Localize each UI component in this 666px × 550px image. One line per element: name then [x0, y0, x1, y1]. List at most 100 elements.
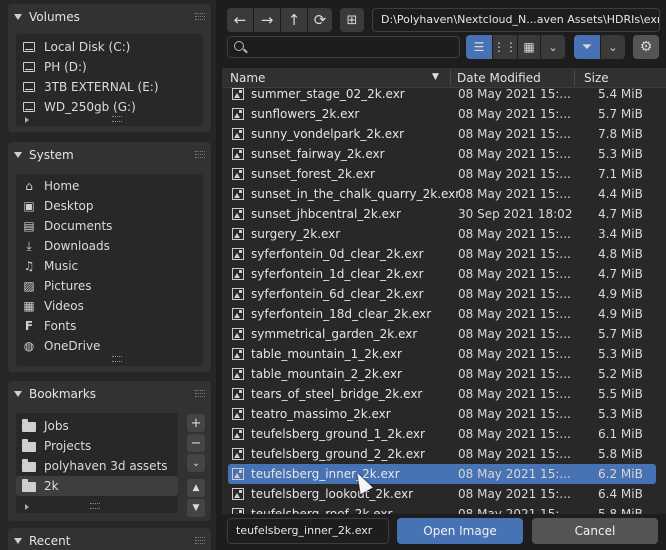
settings-button[interactable]: ⚙ — [633, 35, 659, 59]
file-row[interactable]: table_mountain_2_2k.exr 08 May 2021 15:..… — [228, 364, 656, 384]
volume-item[interactable]: Local Disk (C:) — [16, 37, 203, 57]
list-resize-handle[interactable] — [20, 356, 207, 364]
add-bookmark-button[interactable]: + — [187, 414, 205, 432]
fonts-icon: F — [24, 319, 34, 333]
system-item-label: Fonts — [44, 319, 77, 333]
file-row[interactable]: surgery_2k.exr 08 May 2021 15:... 3.4 MiB — [228, 224, 656, 244]
refresh-button[interactable]: ⟳ — [308, 8, 332, 32]
search-input[interactable] — [227, 36, 460, 58]
back-button[interactable]: ← — [227, 8, 253, 32]
volumes-header[interactable]: Volumes — [8, 4, 211, 30]
open-image-button[interactable]: Open Image — [397, 518, 523, 544]
system-item-videos[interactable]: ▦ Videos — [16, 296, 203, 316]
system-item-fonts[interactable]: F Fonts — [16, 316, 203, 336]
system-item-pictures[interactable]: ▨ Pictures — [16, 276, 203, 296]
file-row[interactable]: teufelsberg_roof_2k.exr 08 May 2021 15:..… — [228, 504, 656, 514]
bookmark-item[interactable]: Projects — [16, 436, 178, 456]
file-date: 08 May 2021 15:... — [458, 307, 571, 321]
file-row[interactable]: sunny_vondelpark_2k.exr 08 May 2021 15:..… — [228, 124, 656, 144]
file-row[interactable]: syferfontein_6d_clear_2k.exr 08 May 2021 … — [228, 284, 656, 304]
file-row[interactable]: teufelsberg_lookout_2k.exr 08 May 2021 15… — [228, 484, 656, 504]
parent-directory-button[interactable]: ↑ — [281, 8, 307, 32]
system-header[interactable]: System — [8, 142, 211, 168]
chevron-down-icon: ⌄ — [548, 40, 558, 54]
system-item-desktop[interactable]: ▣ Desktop — [16, 196, 203, 216]
image-file-icon — [232, 488, 244, 500]
bookmark-label: Projects — [44, 439, 92, 453]
image-file-icon — [232, 448, 244, 460]
file-row[interactable]: sunset_fairway_2k.exr 08 May 2021 15:... 5… — [228, 144, 656, 164]
directory-path-field[interactable]: D:\Polyhaven\Nextcloud_N...aven Assets\H… — [372, 8, 660, 32]
drag-grip-icon[interactable] — [195, 537, 205, 545]
file-row[interactable]: sunset_in_the_chalk_quarry_2k.exr 08 May … — [228, 184, 656, 204]
file-row[interactable]: summer_stage_02_2k.exr 08 May 2021 15:...… — [228, 84, 656, 104]
system-item-music[interactable]: ♫ Music — [16, 256, 203, 276]
file-row[interactable]: teufelsberg_ground_1_2k.exr 08 May 2021 1… — [228, 424, 656, 444]
system-item-onedrive[interactable]: ◍ OneDrive — [16, 336, 203, 356]
documents-icon: ▤ — [23, 219, 35, 233]
filter-options-dropdown[interactable]: ⌄ — [601, 35, 625, 59]
drag-grip-icon[interactable] — [195, 390, 205, 398]
file-size: 4.7 MiB — [598, 267, 643, 281]
system-item-downloads[interactable]: ⤓ Downloads — [16, 236, 203, 256]
bookmark-item-selected[interactable]: 2k — [16, 476, 178, 496]
volume-label: 3TB EXTERNAL (E:) — [44, 80, 159, 94]
file-row[interactable]: tears_of_steel_bridge_2k.exr 08 May 2021 … — [228, 384, 656, 404]
system-item-documents[interactable]: ▤ Documents — [16, 216, 203, 236]
file-size: 5.3 MiB — [598, 407, 643, 421]
volume-item[interactable]: WD_250gb (G:) — [16, 97, 203, 117]
file-row[interactable]: syferfontein_1d_clear_2k.exr 08 May 2021 … — [228, 264, 656, 284]
column-name-header[interactable]: Name — [230, 71, 265, 85]
bookmarks-header[interactable]: Bookmarks — [8, 381, 211, 407]
bookmark-item[interactable]: Jobs — [16, 416, 178, 436]
file-row[interactable]: syferfontein_18d_clear_2k.exr 08 May 2021… — [228, 304, 656, 324]
file-row[interactable]: sunflowers_2k.exr 08 May 2021 15:... 5.7 M… — [228, 104, 656, 124]
display-options-dropdown[interactable]: ⌄ — [541, 35, 565, 59]
filter-toggle-button[interactable]: ⏷ — [574, 35, 600, 59]
column-size-header[interactable]: Size — [584, 71, 609, 85]
sort-descending-icon[interactable]: ▼ — [432, 72, 439, 82]
image-file-icon — [232, 148, 244, 160]
recent-title: Recent — [29, 534, 71, 548]
display-mode-list-vertical[interactable]: ☰ — [466, 35, 492, 59]
system-item-home[interactable]: ⌂ Home — [16, 176, 203, 196]
list-resize-handle[interactable] — [20, 116, 207, 124]
file-row[interactable]: symmetrical_garden_2k.exr 08 May 2021 15:… — [228, 324, 656, 344]
filename-input[interactable]: teufelsberg_inner_2k.exr — [227, 518, 389, 544]
system-item-label: Music — [44, 259, 79, 273]
drag-grip-icon[interactable] — [195, 151, 205, 159]
music-icon: ♫ — [23, 259, 35, 273]
file-row-selected[interactable]: teufelsberg_inner_2k.exr 08 May 2021 15:.… — [228, 464, 656, 484]
bookmark-menu-button[interactable]: ⌄ — [187, 454, 205, 472]
display-mode-thumbnails[interactable]: ▦ — [518, 35, 540, 59]
file-row[interactable]: teufelsberg_ground_2_2k.exr 08 May 2021 1… — [228, 444, 656, 464]
file-date: 08 May 2021 15:... — [458, 247, 571, 261]
recent-header[interactable]: Recent — [8, 528, 211, 550]
display-mode-list-horizontal[interactable]: ⋮⋮ — [493, 35, 517, 59]
image-file-icon — [232, 288, 244, 300]
file-row[interactable]: syferfontein_0d_clear_2k.exr 08 May 2021 … — [228, 244, 656, 264]
system-title: System — [29, 148, 74, 162]
file-row[interactable]: sunset_jhbcentral_2k.exr 30 Sep 2021 18:0… — [228, 204, 656, 224]
drag-grip-icon[interactable] — [195, 13, 205, 21]
file-row[interactable]: teatro_massimo_2k.exr 08 May 2021 15:... 5… — [228, 404, 656, 424]
cancel-button[interactable]: Cancel — [532, 518, 658, 544]
remove-bookmark-button[interactable]: − — [187, 434, 205, 452]
system-panel: System ⌂ Home ▣ Desktop ▤ Documents ⤓ Downlo… — [8, 142, 211, 372]
bookmark-item[interactable]: polyhaven 3d assets — [16, 456, 178, 476]
file-row[interactable]: sunset_forest_2k.exr 08 May 2021 15:... 7.… — [228, 164, 656, 184]
file-row[interactable]: table_mountain_1_2k.exr 08 May 2021 15:..… — [228, 344, 656, 364]
image-file-icon — [232, 168, 244, 180]
volume-item[interactable]: 3TB EXTERNAL (E:) — [16, 77, 203, 97]
list-resize-handle[interactable] — [20, 503, 182, 511]
forward-button[interactable]: → — [254, 8, 280, 32]
new-folder-button[interactable]: ⊞ — [340, 8, 364, 32]
move-bookmark-down-button[interactable]: ▼ — [187, 499, 205, 517]
column-date-header[interactable]: Date Modified — [457, 71, 541, 85]
file-list[interactable]: Name ▼ Date Modified Size summer_stage_0… — [222, 68, 666, 514]
volume-item[interactable]: PH (D:) — [16, 57, 203, 77]
move-bookmark-up-button[interactable]: ▲ — [187, 479, 205, 497]
file-name: sunflowers_2k.exr — [251, 107, 360, 121]
file-size: 3.4 MiB — [598, 227, 643, 241]
volume-label: PH (D:) — [44, 60, 87, 74]
